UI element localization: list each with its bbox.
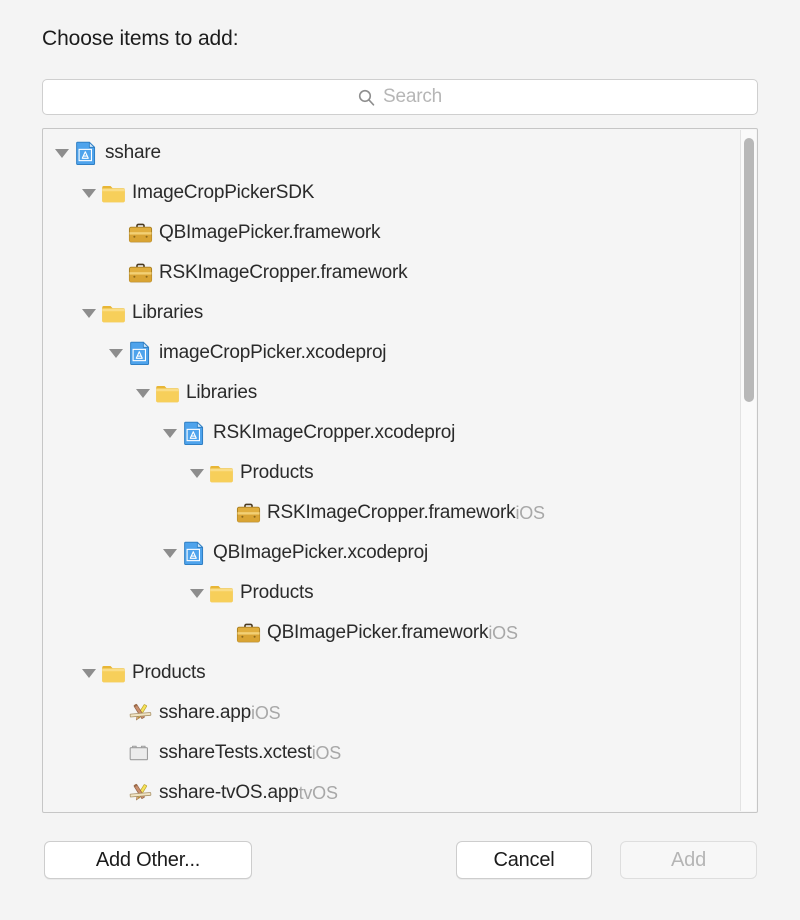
add-other-button[interactable]: Add Other...: [44, 841, 252, 879]
framework-icon: [235, 620, 261, 646]
search-icon: [358, 89, 375, 106]
app-icon: [127, 780, 153, 806]
disclosure-triangle-icon[interactable]: [105, 333, 127, 373]
xcode-project-icon: [73, 140, 99, 166]
disclosure-triangle-icon[interactable]: [186, 573, 208, 613]
tree-row-label: imageCropPicker.xcodeproj: [159, 342, 387, 363]
tree-scrollbar-thumb[interactable]: [744, 138, 754, 402]
folder-icon: [100, 180, 126, 206]
tree-row[interactable]: RSKImageCropper.xcodeproj: [43, 413, 757, 453]
disclosure-triangle-icon[interactable]: [78, 653, 100, 693]
tree-row[interactable]: ImageCropPickerSDK: [43, 173, 757, 213]
folder-icon: [100, 300, 126, 326]
tree-row-label: QBImagePicker.framework: [159, 222, 381, 243]
xctest-icon: [127, 740, 153, 766]
framework-icon: [127, 220, 153, 246]
folder-icon: [100, 660, 126, 686]
framework-icon: [127, 260, 153, 286]
disclosure-triangle-icon[interactable]: [78, 293, 100, 333]
disclosure-triangle-icon[interactable]: [159, 533, 181, 573]
tree-row-label: sshare.app: [159, 702, 252, 723]
tree-row-label: Products: [132, 662, 206, 683]
cancel-button[interactable]: Cancel: [456, 841, 592, 879]
folder-icon: [154, 380, 180, 406]
disclosure-triangle-icon[interactable]: [159, 413, 181, 453]
disclosure-triangle-icon[interactable]: [186, 453, 208, 493]
tree-row-platform-suffix: iOS: [515, 502, 545, 523]
file-tree-panel[interactable]: sshare ImageCropPickerSDK QBImagePicker.fr…: [42, 128, 758, 813]
tree-row-platform-suffix: iOS: [311, 742, 342, 763]
framework-icon: [235, 500, 261, 526]
tree-row-label: Products: [240, 582, 314, 603]
tree-row-label: QBImagePicker.framework: [267, 622, 489, 643]
tree-row[interactable]: sshare-tvOS.app tvOS: [43, 773, 757, 812]
tree-row-platform-suffix: iOS: [488, 622, 518, 643]
tree-row-label: QBImagePicker.xcodeproj: [213, 542, 429, 563]
tree-row[interactable]: QBImagePicker.xcodeproj: [43, 533, 757, 573]
tree-row[interactable]: sshare: [43, 133, 757, 173]
tree-row[interactable]: Libraries: [43, 373, 757, 413]
add-button[interactable]: Add: [620, 841, 757, 879]
tree-row-label: RSKImageCropper.framework: [267, 502, 516, 523]
tree-row-label: RSKImageCropper.xcodeproj: [213, 422, 456, 443]
tree-row-label: sshare-tvOS.app: [159, 782, 299, 803]
folder-icon: [208, 460, 234, 486]
tree-row-platform-suffix: tvOS: [298, 782, 338, 803]
file-tree-list: sshare ImageCropPickerSDK QBImagePicker.fr…: [43, 129, 757, 812]
tree-row-label: ImageCropPickerSDK: [132, 182, 315, 203]
tree-row[interactable]: sshare.app iOS: [43, 693, 757, 733]
tree-row-label: sshareTests.xctest: [159, 742, 312, 763]
tree-row-label: RSKImageCropper.framework: [159, 262, 408, 283]
tree-row[interactable]: QBImagePicker.framework iOS: [43, 613, 757, 653]
tree-row[interactable]: sshareTests.xctest iOS: [43, 733, 757, 773]
tree-row-label: Libraries: [132, 302, 204, 323]
tree-row[interactable]: Products: [43, 453, 757, 493]
tree-row-label: Libraries: [186, 382, 258, 403]
xcode-project-icon: [181, 540, 207, 566]
disclosure-triangle-icon[interactable]: [51, 133, 73, 173]
tree-row[interactable]: RSKImageCropper.framework iOS: [43, 493, 757, 533]
tree-row[interactable]: Products: [43, 653, 757, 693]
tree-row-platform-suffix: iOS: [251, 702, 281, 723]
page-title: Choose items to add:: [42, 27, 239, 50]
tree-row[interactable]: RSKImageCropper.framework: [43, 253, 757, 293]
disclosure-triangle-icon[interactable]: [78, 173, 100, 213]
xcode-project-icon: [181, 420, 207, 446]
xcode-project-icon: [127, 340, 153, 366]
search-placeholder: Search: [382, 86, 442, 107]
disclosure-triangle-icon[interactable]: [132, 373, 154, 413]
tree-row[interactable]: QBImagePicker.framework: [43, 213, 757, 253]
tree-row[interactable]: Products: [43, 573, 757, 613]
folder-icon: [208, 580, 234, 606]
tree-row[interactable]: Libraries: [43, 293, 757, 333]
search-input[interactable]: Search: [42, 79, 758, 115]
tree-row-label: sshare: [105, 142, 161, 163]
app-icon: [127, 700, 153, 726]
tree-scrollbar[interactable]: [740, 130, 756, 811]
tree-row-label: Products: [240, 462, 314, 483]
tree-row[interactable]: imageCropPicker.xcodeproj: [43, 333, 757, 373]
